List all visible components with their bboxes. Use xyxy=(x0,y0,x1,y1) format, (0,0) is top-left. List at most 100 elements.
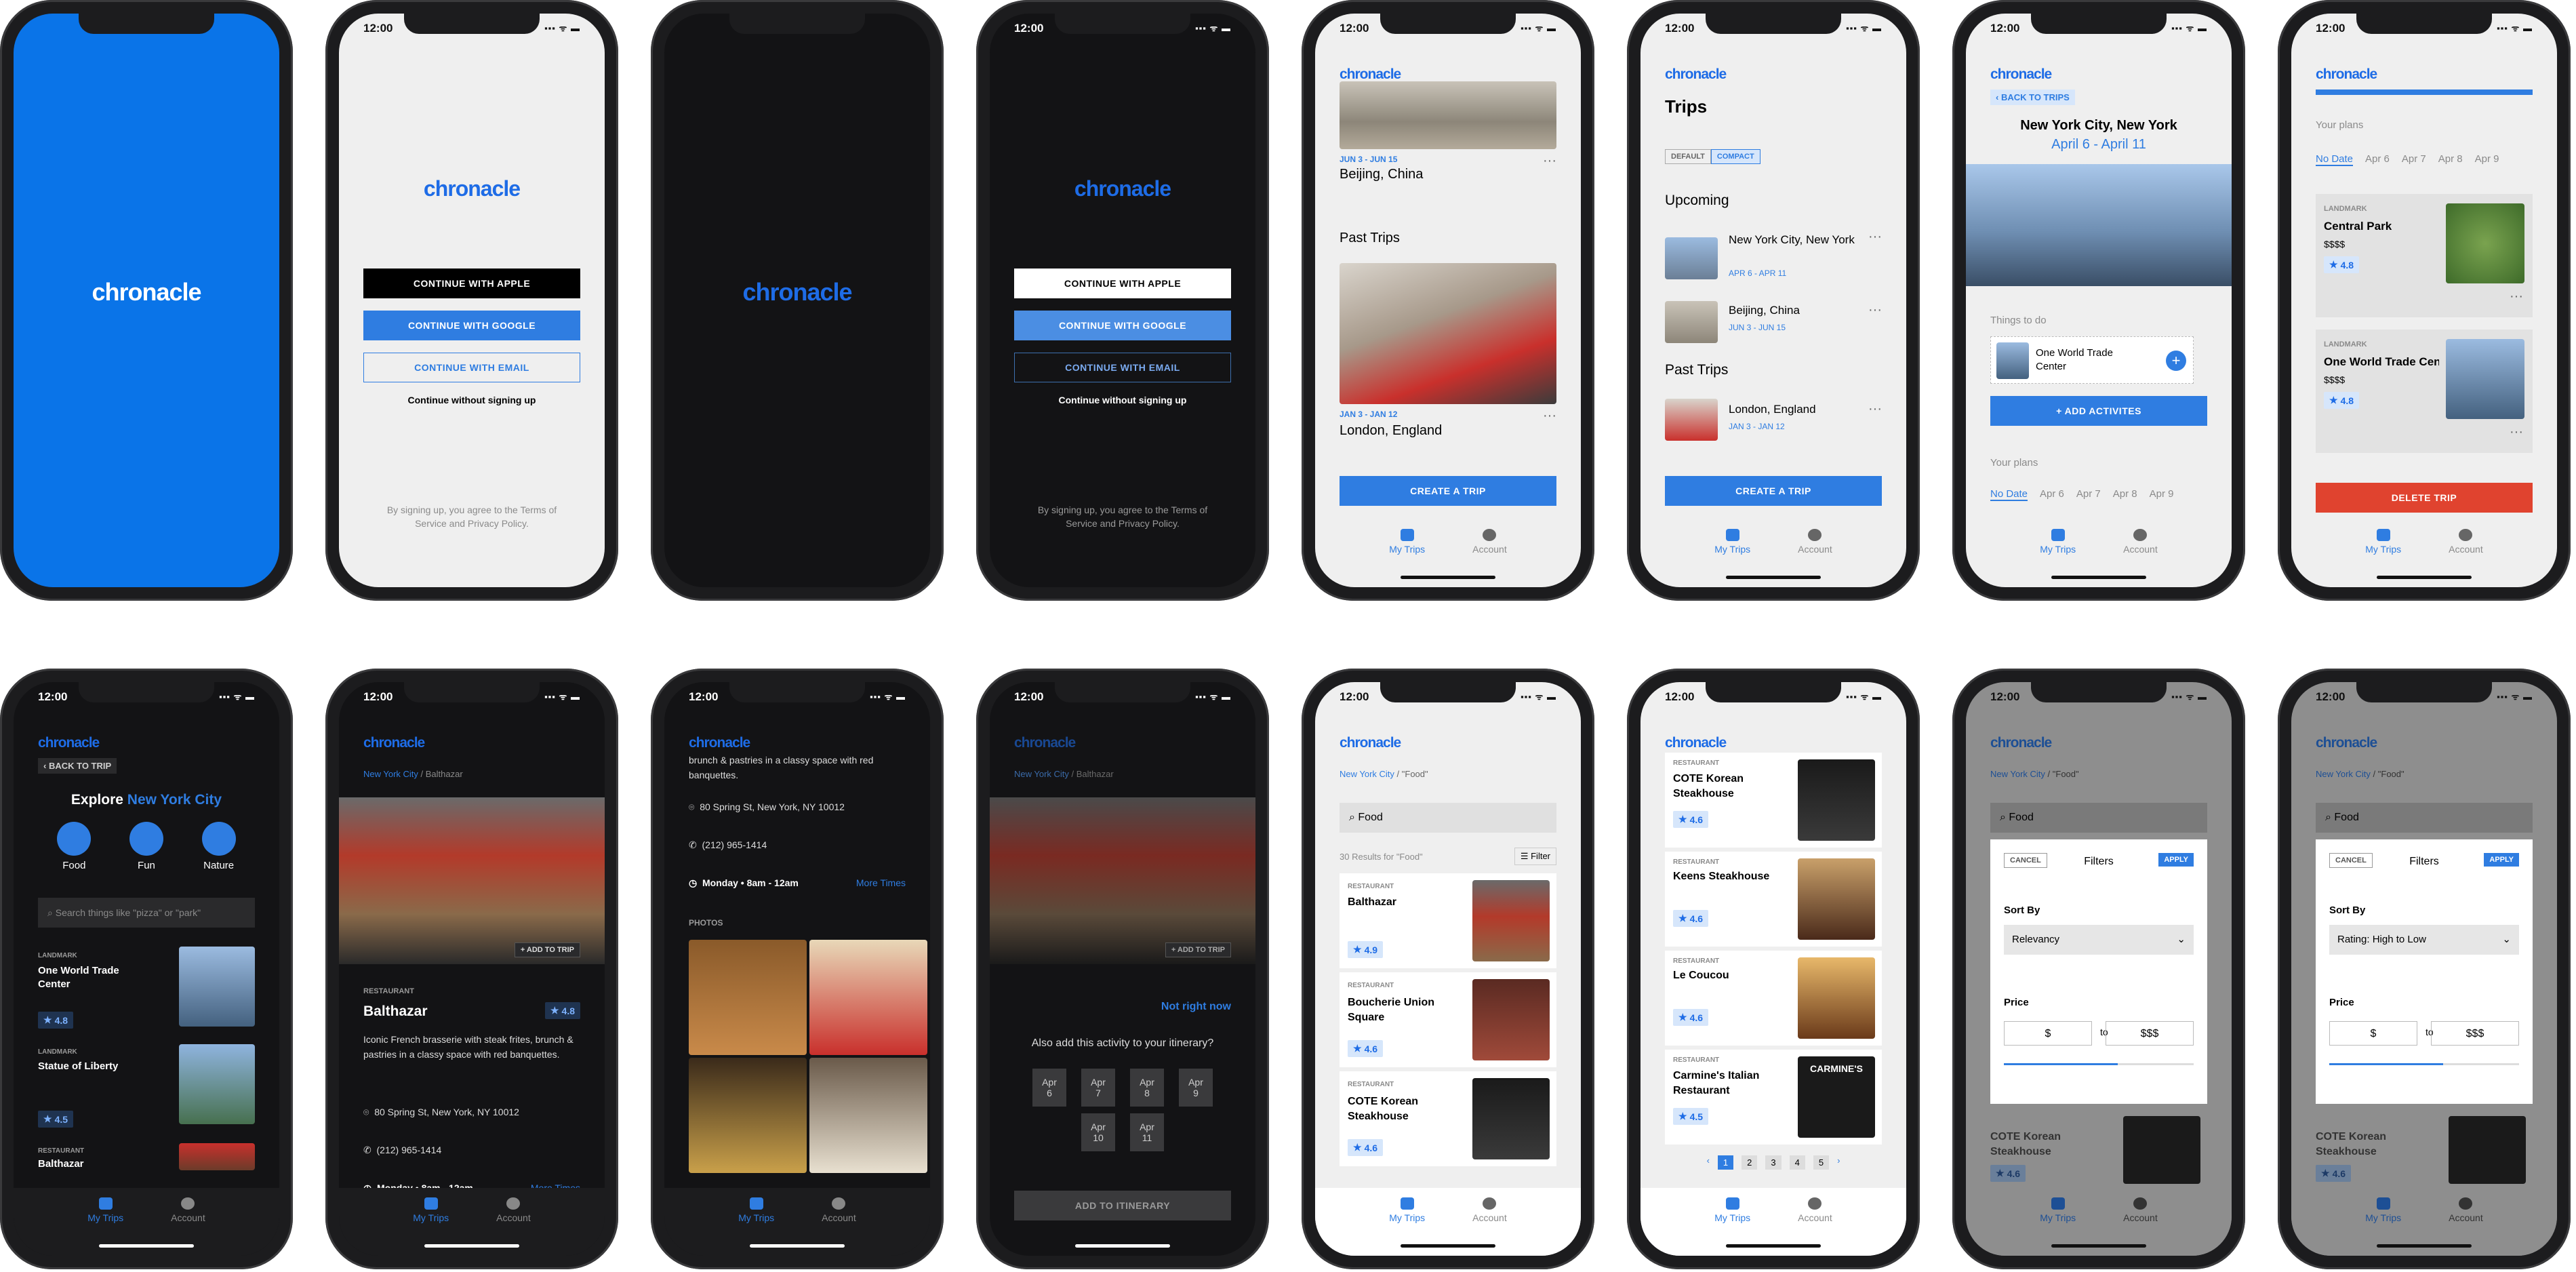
toggle-default[interactable]: DEFAULT xyxy=(1665,149,1711,164)
date-option[interactable]: Apr 9 xyxy=(1179,1069,1213,1107)
more-icon[interactable]: ··· xyxy=(1543,153,1556,169)
home-indicator xyxy=(424,1244,519,1248)
breadcrumb-link[interactable]: New York City xyxy=(2316,769,2371,779)
category-food[interactable]: Food xyxy=(57,822,92,871)
more-icon[interactable]: ··· xyxy=(2510,424,2523,440)
price-slider[interactable] xyxy=(2329,1063,2519,1065)
rating-badge: ★ 4.5 xyxy=(1673,1108,1709,1125)
date-option[interactable]: Apr 7 xyxy=(1081,1069,1115,1107)
filter-button[interactable]: ☰ Filter xyxy=(1514,848,1556,865)
photo-tile[interactable] xyxy=(809,1058,927,1173)
result-card[interactable]: RESTAURANT Balthazar ★ 4.9 xyxy=(1340,873,1556,968)
back-to-trips-button[interactable]: ‹ BACK TO TRIPS xyxy=(1990,90,2075,105)
result-card[interactable]: RESTAURANT Boucherie Union Square ★ 4.6 xyxy=(1340,972,1556,1067)
delete-trip-button[interactable]: DELETE TRIP xyxy=(2316,483,2533,513)
skip-signup-link[interactable]: Continue without signing up xyxy=(990,395,1255,405)
sort-by-label: Sort By xyxy=(2004,905,2040,916)
price-slider[interactable] xyxy=(2004,1063,2194,1065)
phone-row[interactable]: ✆ (212) 965-1414 xyxy=(689,839,767,851)
rating-badge: ★ 4.5 xyxy=(38,1111,74,1128)
more-icon[interactable]: ··· xyxy=(1868,302,1882,318)
skip-signup-link[interactable]: Continue without signing up xyxy=(339,395,605,405)
search-input[interactable]: ⌕ Search things like "pizza" or "park" xyxy=(38,898,255,928)
create-trip-button[interactable]: CREATE A TRIP xyxy=(1340,476,1556,506)
sort-select[interactable]: Rating: High to Low ⌄ xyxy=(2329,925,2519,955)
photo-tile[interactable] xyxy=(809,940,927,1055)
not-now-link[interactable]: Not right now xyxy=(1161,1001,1231,1013)
plan-card[interactable]: LANDMARK Central Park $$$$ ★ 4.8 ··· xyxy=(2316,194,2533,317)
page-number[interactable]: 5 xyxy=(1813,1155,1830,1170)
continue-email-button[interactable]: CONTINUE WITH EMAIL xyxy=(1014,353,1231,382)
breadcrumb-link[interactable]: New York City xyxy=(1340,769,1394,779)
day-tab[interactable]: Apr 6 xyxy=(2040,488,2064,501)
toggle-compact[interactable]: COMPACT xyxy=(1710,149,1760,164)
sort-select[interactable]: Relevancy ⌄ xyxy=(2004,925,2194,955)
apply-button[interactable]: APPLY xyxy=(2484,853,2519,867)
more-icon[interactable]: ··· xyxy=(1543,408,1556,424)
date-option[interactable]: Apr 11 xyxy=(1130,1113,1164,1151)
result-photo: CARMINE'S xyxy=(1798,1056,1875,1138)
result-card[interactable]: RESTAURANT Keens Steakhouse ★ 4.6 xyxy=(1665,852,1882,947)
date-option[interactable]: Apr 6 xyxy=(1032,1069,1066,1107)
price-max-input[interactable]: $$$ xyxy=(2431,1021,2519,1046)
add-to-trip-button[interactable]: + ADD TO TRIP xyxy=(514,942,580,957)
add-activities-button[interactable]: + ADD ACTIVITES xyxy=(1990,396,2207,426)
plan-card[interactable]: LANDMARK One World Trade Cent... $$$$ ★ … xyxy=(2316,330,2533,453)
phone-row[interactable]: ✆ (212) 965-1414 xyxy=(363,1145,441,1156)
continue-google-button[interactable]: CONTINUE WITH GOOGLE xyxy=(363,311,580,340)
continue-apple-button[interactable]: CONTINUE WITH APPLE xyxy=(1014,269,1231,298)
price-min-input[interactable]: $ xyxy=(2329,1021,2417,1046)
breadcrumb-link[interactable]: New York City xyxy=(363,769,418,779)
more-icon[interactable]: ··· xyxy=(1868,401,1882,417)
day-tab[interactable]: No Date xyxy=(1990,488,2028,501)
search-input[interactable]: ⌕ Food xyxy=(1340,803,1556,833)
day-tab[interactable]: Apr 6 xyxy=(2365,153,2390,166)
photo-tile[interactable] xyxy=(689,940,807,1055)
search-input[interactable]: ⌕ Food xyxy=(1990,803,2207,833)
continue-apple-button[interactable]: CONTINUE WITH APPLE xyxy=(363,269,580,298)
result-card[interactable]: RESTAURANT COTE Korean Steakhouse ★ 4.6 xyxy=(1665,753,1882,848)
day-tab[interactable]: Apr 8 xyxy=(2438,153,2463,166)
add-to-trip-button[interactable]: + ADD TO TRIP xyxy=(1165,942,1231,957)
apply-button[interactable]: APPLY xyxy=(2158,853,2194,867)
page-number[interactable]: 4 xyxy=(1789,1155,1805,1170)
more-icon[interactable]: ··· xyxy=(2510,289,2523,304)
day-tab[interactable]: No Date xyxy=(2316,153,2354,166)
result-card[interactable]: RESTAURANT COTE Korean Steakhouse ★ 4.6 xyxy=(1340,1071,1556,1166)
category-fun[interactable]: Fun xyxy=(129,822,163,871)
rating-value: 4.5 xyxy=(1689,1111,1704,1122)
breadcrumb-link[interactable]: New York City xyxy=(1014,769,1069,779)
price-min-input[interactable]: $ xyxy=(2004,1021,2092,1046)
day-tab[interactable]: Apr 7 xyxy=(2076,488,2101,501)
price-max-input[interactable]: $$$ xyxy=(2106,1021,2194,1046)
add-to-itinerary-button[interactable]: ADD TO ITINERARY xyxy=(1014,1191,1231,1220)
prev-page-icon[interactable]: ‹ xyxy=(1707,1155,1710,1170)
date-day: 9 xyxy=(1193,1088,1199,1098)
date-option[interactable]: Apr 10 xyxy=(1081,1113,1115,1151)
create-trip-button[interactable]: CREATE A TRIP xyxy=(1665,476,1882,506)
back-to-trip-button[interactable]: ‹ BACK TO TRIP xyxy=(38,758,117,774)
more-icon[interactable]: ··· xyxy=(1868,229,1882,245)
photo-tile[interactable] xyxy=(689,1058,807,1173)
day-tab[interactable]: Apr 9 xyxy=(2150,488,2174,501)
continue-google-button[interactable]: CONTINUE WITH GOOGLE xyxy=(1014,311,1231,340)
next-page-icon[interactable]: › xyxy=(1837,1155,1840,1170)
category-nature[interactable]: Nature xyxy=(201,822,236,871)
more-times-link[interactable]: More Times xyxy=(856,877,906,888)
day-tab[interactable]: Apr 9 xyxy=(2475,153,2499,166)
back-label: BACK TO TRIP xyxy=(48,761,112,771)
result-card[interactable]: RESTAURANT Le Coucou ★ 4.6 xyxy=(1665,951,1882,1046)
result-card[interactable]: RESTAURANT Carmine's Italian Restaurant … xyxy=(1665,1050,1882,1145)
breadcrumb-link[interactable]: New York City xyxy=(1990,769,2045,779)
continue-email-button[interactable]: CONTINUE WITH EMAIL xyxy=(363,353,580,382)
add-icon[interactable]: + xyxy=(2166,351,2186,371)
date-option[interactable]: Apr 8 xyxy=(1130,1069,1164,1107)
day-tab[interactable]: Apr 7 xyxy=(2402,153,2426,166)
page-number[interactable]: 2 xyxy=(1742,1155,1758,1170)
page-number[interactable]: 1 xyxy=(1717,1155,1734,1170)
search-input[interactable]: ⌕ Food xyxy=(2316,803,2533,833)
activity-card[interactable]: One World Trade Center + xyxy=(1990,336,2194,384)
day-tab[interactable]: Apr 8 xyxy=(2113,488,2137,501)
page-number[interactable]: 3 xyxy=(1765,1155,1782,1170)
trip-dates: JAN 3 - JAN 12 xyxy=(1729,422,1785,431)
